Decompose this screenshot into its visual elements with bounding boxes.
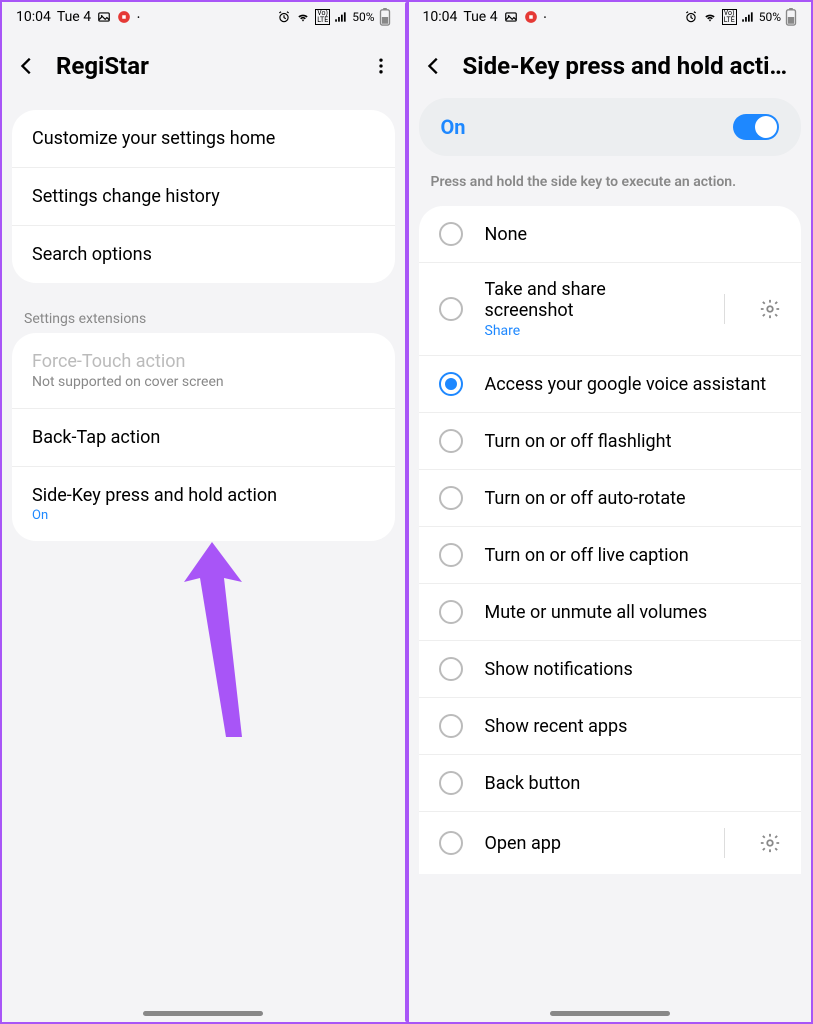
radio-label: Back button <box>485 773 782 794</box>
alarm-icon <box>684 10 698 24</box>
dot-icon: • <box>544 13 547 22</box>
header: RegiStar <box>2 32 405 110</box>
radio-button[interactable] <box>439 222 463 246</box>
lte-icon: Vo)LTE <box>315 9 330 25</box>
radio-button[interactable] <box>439 429 463 453</box>
row-back-tap[interactable]: Back-Tap action <box>12 409 395 467</box>
radio-sublabel: Share <box>485 323 691 339</box>
battery-percent: 50% <box>352 10 374 24</box>
alarm-icon <box>277 10 291 24</box>
lte-icon: Vo)LTE <box>722 9 737 25</box>
radio-label: Turn on or off auto-rotate <box>485 488 782 509</box>
radio-button[interactable] <box>439 297 463 321</box>
gear-icon[interactable] <box>759 298 781 320</box>
radio-label: Turn on or off flashlight <box>485 431 782 452</box>
row-status: On <box>32 508 375 523</box>
record-icon <box>117 10 131 24</box>
phone-right: 10:04 Tue 4 • Vo)LTE 50% Side-Key press … <box>405 2 812 1022</box>
radio-button[interactable] <box>439 543 463 567</box>
page-title: RegiStar <box>56 52 353 80</box>
battery-icon <box>379 8 391 26</box>
radio-row-6[interactable]: Mute or unmute all volumes <box>419 584 802 641</box>
record-icon <box>524 10 538 24</box>
row-sublabel: Not supported on cover screen <box>32 374 375 390</box>
radio-row-3[interactable]: Turn on or off flashlight <box>419 413 802 470</box>
toggle-label: On <box>441 115 734 139</box>
row-label: Settings change history <box>32 186 220 207</box>
home-indicator[interactable] <box>143 1011 263 1016</box>
back-icon[interactable] <box>423 55 445 77</box>
phone-left: 10:04 Tue 4 • Vo)LTE 50% RegiStar Custom… <box>2 2 405 1022</box>
radio-label: Open app <box>485 833 691 854</box>
radio-label: Access your google voice assistant <box>485 374 782 395</box>
radio-button[interactable] <box>439 831 463 855</box>
radio-button[interactable] <box>439 600 463 624</box>
row-label: Customize your settings home <box>32 128 275 149</box>
radio-row-1[interactable]: Take and share screenshot Share <box>419 263 802 356</box>
radio-row-0[interactable]: None <box>419 206 802 263</box>
dot-icon: • <box>137 13 140 22</box>
radio-label: None <box>485 224 782 245</box>
radio-label: Turn on or off live caption <box>485 545 782 566</box>
radio-row-4[interactable]: Turn on or off auto-rotate <box>419 470 802 527</box>
home-indicator[interactable] <box>550 1011 670 1016</box>
master-toggle-row[interactable]: On <box>419 98 802 156</box>
gear-icon[interactable] <box>759 832 781 854</box>
radio-label: Show recent apps <box>485 716 782 737</box>
status-time: 10:04 <box>16 9 51 25</box>
row-label: Search options <box>32 244 152 265</box>
more-icon[interactable] <box>371 56 391 76</box>
separator <box>724 294 725 324</box>
annotation-arrow-icon <box>182 542 262 742</box>
separator <box>724 828 725 858</box>
card-options: None Take and share screenshot Share Access… <box>419 206 802 874</box>
row-change-history[interactable]: Settings change history <box>12 168 395 226</box>
wifi-icon <box>295 10 311 24</box>
radio-row-10[interactable]: Open app <box>419 812 802 874</box>
radio-button[interactable] <box>439 771 463 795</box>
status-date: Tue 4 <box>57 9 91 25</box>
image-icon <box>504 10 518 24</box>
radio-button[interactable] <box>439 714 463 738</box>
wifi-icon <box>702 10 718 24</box>
description-text: Press and hold the side key to execute a… <box>409 170 812 206</box>
battery-percent: 50% <box>759 10 781 24</box>
status-time: 10:04 <box>423 9 458 25</box>
status-bar: 10:04 Tue 4 • Vo)LTE 50% <box>409 2 812 32</box>
card-main: Customize your settings home Settings ch… <box>12 110 395 283</box>
radio-row-2[interactable]: Access your google voice assistant <box>419 356 802 413</box>
row-side-key[interactable]: Side-Key press and hold action On <box>12 467 395 541</box>
card-extensions: Force-Touch action Not supported on cove… <box>12 333 395 541</box>
signal-icon <box>334 10 348 24</box>
radio-label: Take and share screenshot <box>485 279 691 321</box>
page-title: Side-Key press and hold acti… <box>463 52 798 80</box>
signal-icon <box>741 10 755 24</box>
radio-row-5[interactable]: Turn on or off live caption <box>419 527 802 584</box>
toggle-switch[interactable] <box>733 114 779 140</box>
back-icon[interactable] <box>16 55 38 77</box>
row-label: Force-Touch action <box>32 351 375 372</box>
row-label: Back-Tap action <box>32 427 160 448</box>
radio-button[interactable] <box>439 657 463 681</box>
radio-label: Mute or unmute all volumes <box>485 602 782 623</box>
radio-button[interactable] <box>439 372 463 396</box>
status-date: Tue 4 <box>463 9 497 25</box>
radio-row-9[interactable]: Back button <box>419 755 802 812</box>
radio-button[interactable] <box>439 486 463 510</box>
row-search-options[interactable]: Search options <box>12 226 395 283</box>
row-label: Side-Key press and hold action <box>32 485 375 506</box>
radio-row-7[interactable]: Show notifications <box>419 641 802 698</box>
header: Side-Key press and hold acti… <box>409 32 812 98</box>
section-label: Settings extensions <box>2 301 405 333</box>
radio-label: Show notifications <box>485 659 782 680</box>
row-customize-home[interactable]: Customize your settings home <box>12 110 395 168</box>
image-icon <box>97 10 111 24</box>
radio-row-8[interactable]: Show recent apps <box>419 698 802 755</box>
battery-icon <box>785 8 797 26</box>
row-force-touch: Force-Touch action Not supported on cove… <box>12 333 395 409</box>
status-bar: 10:04 Tue 4 • Vo)LTE 50% <box>2 2 405 32</box>
